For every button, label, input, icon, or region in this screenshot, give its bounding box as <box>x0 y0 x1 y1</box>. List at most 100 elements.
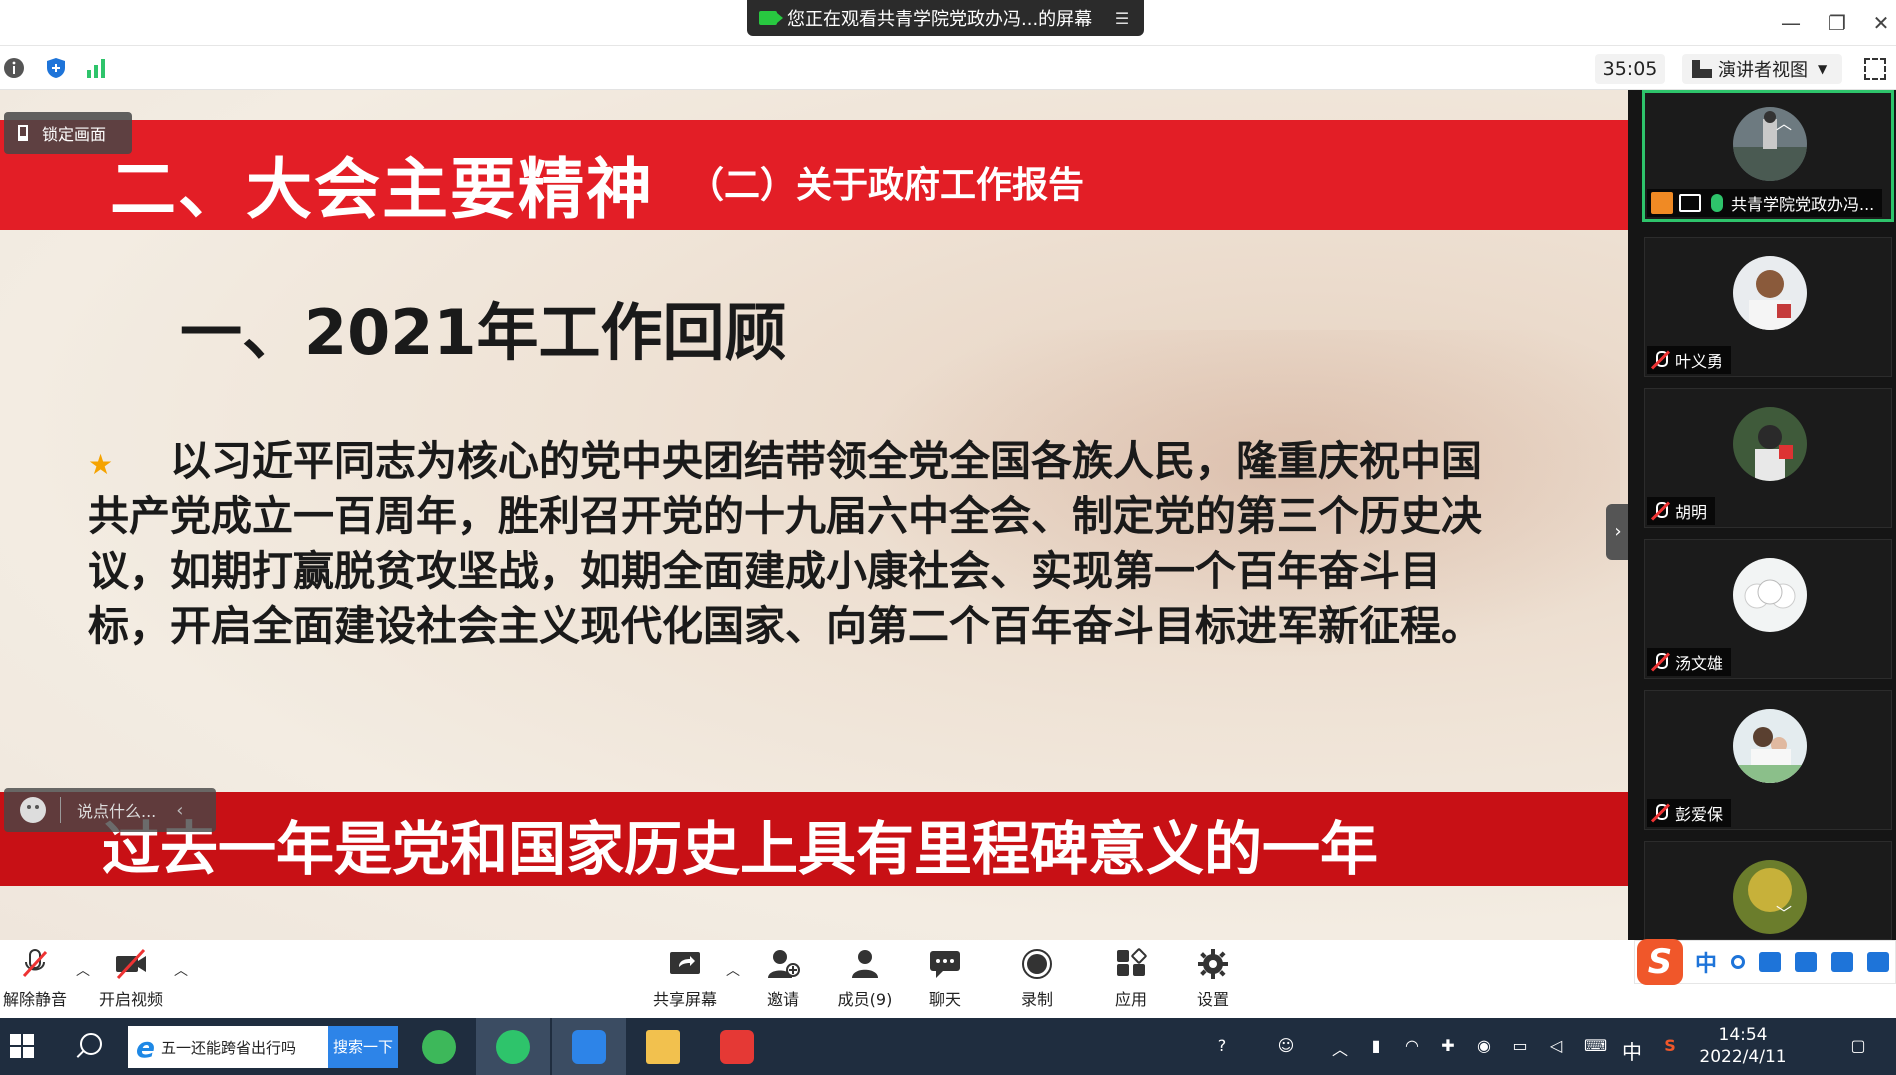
taskbar-search-box[interactable]: e 五一还能跨省出行吗 搜索一下 <box>128 1026 398 1068</box>
search-icon[interactable] <box>80 1033 102 1055</box>
avatar <box>1733 709 1807 783</box>
security-app-icon[interactable]: ✚ <box>1438 1036 1458 1056</box>
chat-placeholder: 说点什么... <box>77 802 157 821</box>
slide-subtitle: （二）关于政府工作报告 <box>688 165 1085 206</box>
ime-toolbar[interactable]: S 中 <box>1634 939 1896 985</box>
participant-tile[interactable]: 共青学院党政办冯... <box>1642 90 1894 222</box>
close-button[interactable]: ✕ <box>1866 8 1896 38</box>
shared-screen-slide: 二、大会主要精神 （二）关于政府工作报告 一、2021年工作回顾 ★ 以习近平同… <box>0 90 1628 940</box>
lock-screen-label: 锁定画面 <box>42 125 107 144</box>
unmute-button[interactable]: 解除静音 <box>0 948 80 1014</box>
slide-body-text: 以习近平同志为核心的党中央团结带领全党全国各族人民，隆重庆祝中国共产党成立一百周… <box>88 437 1482 650</box>
participant-name: 共青学院党政办冯... <box>1731 195 1875 214</box>
gallery-scroll-down-icon[interactable]: ﹀ <box>1770 900 1798 923</box>
info-icon[interactable] <box>2 56 26 80</box>
start-video-button[interactable]: 开启视频 <box>86 948 176 1014</box>
keyboard-icon[interactable] <box>1795 952 1818 972</box>
emoji-icon[interactable] <box>20 797 46 823</box>
chevron-left-icon[interactable]: ‹ <box>176 800 183 821</box>
microphone-icon[interactable]: ▮ <box>1366 1036 1386 1056</box>
clock-time: 14:54 <box>1718 1025 1768 1045</box>
browser-icon <box>422 1030 456 1064</box>
taskbar-app-wechat[interactable] <box>476 1018 550 1075</box>
notification-icon[interactable]: ▢ <box>1848 1036 1868 1056</box>
taskbar-app-wps[interactable] <box>700 1018 774 1075</box>
taskbar-app-browser[interactable] <box>402 1018 476 1075</box>
gear-icon <box>1196 948 1230 980</box>
skin-icon[interactable] <box>1831 952 1854 972</box>
lock-screen-button[interactable]: 锁定画面 <box>4 112 132 154</box>
camera-icon <box>759 11 783 25</box>
chat-button[interactable]: 聊天 <box>900 948 990 1014</box>
toolbox-icon[interactable] <box>1867 952 1890 972</box>
share-screen-icon <box>668 948 702 980</box>
view-mode-dropdown[interactable]: 演讲者视图 ▼ <box>1682 54 1842 84</box>
members-button[interactable]: 成员(9) <box>820 948 910 1014</box>
chevron-up-icon[interactable]: ︿ <box>1330 1036 1350 1059</box>
taskbar-search-button[interactable]: 搜索一下 <box>328 1026 398 1068</box>
taskbar-app-tencent-meeting[interactable] <box>552 1018 626 1075</box>
camera-off-icon <box>114 948 148 980</box>
people-icon[interactable]: ☺ <box>1276 1036 1296 1056</box>
tencent-meeting-icon <box>572 1030 606 1064</box>
participant-gallery: 共青学院党政办冯... 叶义勇 胡明 汤文雄 彭爱保 <box>1628 90 1896 940</box>
apps-button[interactable]: 应用 <box>1086 948 1176 1014</box>
settings-button[interactable]: 设置 <box>1168 948 1258 1014</box>
sogou-logo-icon: S <box>1637 939 1683 985</box>
pin-icon <box>18 125 28 141</box>
volume-icon[interactable]: ◁ <box>1546 1036 1566 1056</box>
participant-name: 叶义勇 <box>1675 352 1724 371</box>
mic-muted-icon <box>18 948 52 980</box>
record-icon <box>1020 948 1054 980</box>
participant-tile[interactable]: 叶义勇 <box>1644 237 1892 377</box>
restore-button[interactable]: ❐ <box>1822 8 1852 38</box>
fullscreen-icon[interactable] <box>1864 58 1886 80</box>
system-clock[interactable]: 14:54 2022/4/11 <box>1688 1024 1798 1068</box>
screen-share-icon <box>1679 194 1701 212</box>
invite-label: 邀请 <box>766 990 799 1009</box>
chat-bubble-icon <box>928 948 962 980</box>
minimize-button[interactable]: — <box>1776 8 1806 38</box>
share-screen-button[interactable]: 共享屏幕 <box>640 948 730 1014</box>
participant-tile[interactable]: 胡明 <box>1644 388 1892 528</box>
sogou-tray-icon[interactable]: S <box>1660 1036 1680 1056</box>
invite-button[interactable]: 邀请 <box>738 948 828 1014</box>
participant-tile[interactable]: 彭爱保 <box>1644 690 1892 830</box>
share-screen-label: 共享屏幕 <box>652 990 717 1009</box>
gallery-toggle-button[interactable]: › <box>1606 504 1628 560</box>
chevron-up-icon[interactable]: ︿ <box>174 960 188 980</box>
members-icon <box>848 948 882 980</box>
ime-mode[interactable]: 中 <box>1695 946 1717 978</box>
voice-input-icon[interactable] <box>1759 952 1782 972</box>
taskbar-ime[interactable]: 中 <box>1622 1036 1642 1064</box>
record-label: 录制 <box>1020 990 1053 1009</box>
windows-start-icon[interactable] <box>10 1034 34 1058</box>
chat-quick-input[interactable]: 说点什么... ‹ <box>4 788 216 832</box>
host-icon <box>1651 192 1673 214</box>
participant-name: 彭爱保 <box>1675 805 1724 824</box>
participant-tile[interactable]: 汤文雄 <box>1644 539 1892 679</box>
security-shield-icon[interactable] <box>44 56 68 80</box>
slide-banner-text: 过去一年是党和国家历史上具有里程碑意义的一年 <box>102 815 1379 883</box>
wechat-icon <box>496 1030 530 1064</box>
taskbar-app-file-explorer[interactable] <box>626 1018 700 1075</box>
help-icon[interactable]: ? <box>1212 1036 1232 1056</box>
keyboard-icon[interactable]: ⌨ <box>1584 1036 1607 1056</box>
qq-icon[interactable]: ◉ <box>1474 1036 1494 1056</box>
wps-icon <box>720 1030 754 1064</box>
settings-label: 设置 <box>1196 990 1229 1009</box>
chevron-down-icon: ▼ <box>1818 62 1828 76</box>
gallery-scroll-up-icon[interactable]: ︿ <box>1770 110 1798 133</box>
taskbar-search-text: 五一还能跨省出行吗 <box>161 1038 297 1057</box>
battery-icon[interactable]: ▭ <box>1510 1036 1530 1056</box>
punctuation-icon[interactable] <box>1731 955 1746 969</box>
signal-strength-icon[interactable] <box>84 56 108 80</box>
folder-icon <box>646 1030 680 1064</box>
apps-label: 应用 <box>1114 990 1147 1009</box>
mic-on-icon <box>1711 194 1723 212</box>
participant-tile[interactable] <box>1644 841 1892 940</box>
menu-icon[interactable]: ☰ <box>1112 9 1132 28</box>
record-button[interactable]: 录制 <box>992 948 1082 1014</box>
network-icon[interactable]: ◠ <box>1402 1036 1422 1056</box>
screen-share-indicator[interactable]: 您正在观看共青学院党政办冯...的屏幕 ☰ <box>747 0 1144 36</box>
